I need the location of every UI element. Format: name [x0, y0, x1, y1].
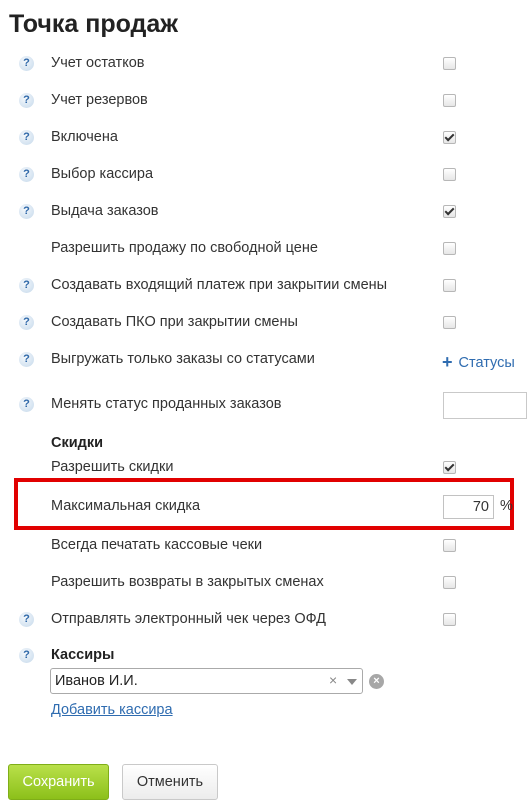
setting-label: Учет остатков [51, 55, 145, 71]
setting-label: Разрешить продажу по свободной цене [51, 240, 318, 256]
setting-row-pko: ? Создавать ПКО при закрытии смены [0, 313, 527, 333]
clear-icon[interactable]: × [329, 672, 337, 688]
help-icon[interactable]: ? [19, 612, 34, 627]
setting-label: Разрешить возвраты в закрытых сменах [51, 574, 324, 590]
setting-label: Создавать ПКО при закрытии смены [51, 314, 298, 330]
remove-cashier-icon[interactable]: × [369, 674, 384, 689]
checkbox-enabled[interactable] [443, 131, 456, 144]
statuses-link[interactable]: + Статусы [442, 352, 515, 373]
setting-label: Менять статус проданных заказов [51, 396, 282, 412]
cashier-select[interactable]: Иванов И.И. × [50, 668, 363, 694]
setting-label: Включена [51, 129, 118, 145]
statuses-link-label: Статусы [458, 355, 515, 371]
help-icon[interactable]: ? [19, 93, 34, 108]
setting-row-cashier-choice: ? Выбор кассира [0, 165, 527, 185]
discounts-heading: Скидки [51, 435, 104, 451]
cashier-select-value: Иванов И.И. [55, 673, 138, 689]
help-icon[interactable]: ? [19, 352, 34, 367]
save-button[interactable]: Сохранить [8, 764, 109, 800]
help-icon[interactable]: ? [19, 56, 34, 71]
max-discount-label: Максимальная скидка [51, 498, 201, 514]
setting-label: Выгружать только заказы со статусами [51, 351, 315, 367]
checkbox-incoming-payment[interactable] [443, 279, 456, 292]
cashiers-heading: Кассиры [51, 647, 115, 663]
checkbox-stock-accounting[interactable] [443, 57, 456, 70]
help-icon[interactable]: ? [19, 648, 34, 663]
setting-row-returns-closed: Разрешить возвраты в закрытых сменах [0, 573, 527, 593]
checkbox-reserve-accounting[interactable] [443, 94, 456, 107]
setting-label: Выбор кассира [51, 166, 154, 182]
percent-unit: % [500, 498, 513, 514]
max-discount-input[interactable]: 70 [443, 495, 494, 519]
checkbox-free-price[interactable] [443, 242, 456, 255]
checkbox-order-issue[interactable] [443, 205, 456, 218]
setting-row-free-price: Разрешить продажу по свободной цене [0, 239, 527, 259]
setting-label: Создавать входящий платеж при закрытии с… [51, 277, 388, 293]
checkbox-allow-discounts[interactable] [443, 461, 456, 474]
setting-row-enabled: ? Включена [0, 128, 527, 148]
setting-row-stock-accounting: ? Учет остатков [0, 54, 527, 74]
setting-label: Выдача заказов [51, 203, 159, 219]
change-status-input[interactable] [443, 392, 527, 419]
chevron-down-icon[interactable] [347, 679, 357, 685]
cashiers-row: ? Кассиры [0, 646, 527, 666]
setting-row-always-print: Всегда печатать кассовые чеки [0, 536, 527, 556]
help-icon[interactable]: ? [19, 130, 34, 145]
setting-row-allow-discounts: Разрешить скидки [0, 458, 527, 478]
cancel-button[interactable]: Отменить [122, 764, 218, 800]
help-icon[interactable]: ? [19, 167, 34, 182]
checkbox-returns-closed[interactable] [443, 576, 456, 589]
setting-label: Отправлять электронный чек через ОФД [51, 611, 326, 627]
setting-row-reserve-accounting: ? Учет резервов [0, 91, 527, 111]
add-cashier-link[interactable]: Добавить кассира [51, 702, 173, 718]
help-icon[interactable]: ? [19, 204, 34, 219]
help-icon[interactable]: ? [19, 315, 34, 330]
checkbox-always-print[interactable] [443, 539, 456, 552]
setting-label: Разрешить скидки [51, 459, 174, 475]
setting-row-order-issue: ? Выдача заказов [0, 202, 527, 222]
checkbox-ofd-receipt[interactable] [443, 613, 456, 626]
help-icon[interactable]: ? [19, 397, 34, 412]
setting-row-incoming-payment: ? Создавать входящий платеж при закрытии… [0, 276, 527, 296]
page-title: Точка продаж [9, 10, 179, 38]
setting-label: Всегда печатать кассовые чеки [51, 537, 263, 553]
help-icon[interactable]: ? [19, 278, 34, 293]
plus-icon: + [442, 352, 453, 372]
setting-label: Учет резервов [51, 92, 148, 108]
checkbox-cashier-choice[interactable] [443, 168, 456, 181]
checkbox-pko[interactable] [443, 316, 456, 329]
setting-row-ofd-receipt: ? Отправлять электронный чек через ОФД [0, 610, 527, 630]
